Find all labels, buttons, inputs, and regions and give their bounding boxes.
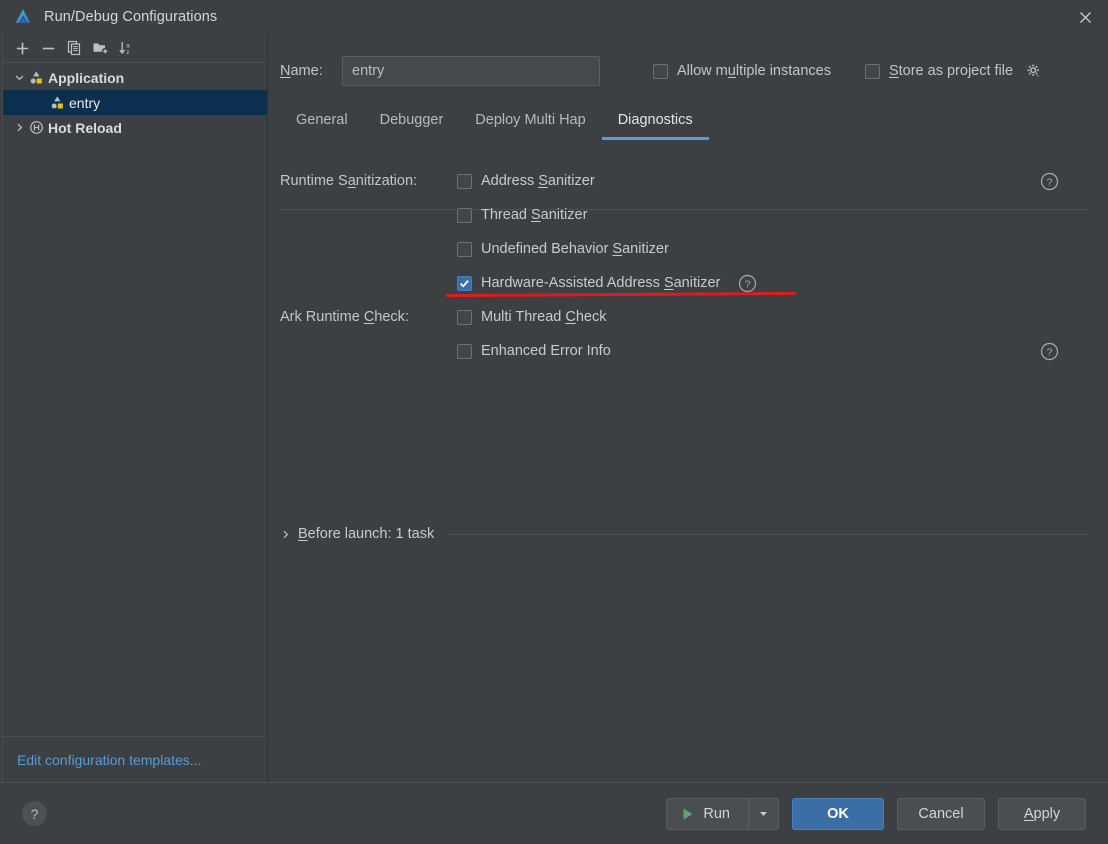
apply-button[interactable]: Apply <box>998 798 1086 830</box>
runtime-sanitization-row-2: Thread Sanitizer <box>280 198 1108 232</box>
undefined-behavior-sanitizer-label: Undefined Behavior Sanitizer <box>481 241 669 257</box>
thread-sanitizer-option[interactable]: Thread Sanitizer <box>457 207 587 223</box>
diagnostics-form: Runtime Sanitization: Address Sanitizer … <box>268 164 1108 368</box>
enhanced-error-info-checkbox[interactable] <box>457 344 472 359</box>
hardware-assisted-address-sanitizer-label: Hardware-Assisted Address Sanitizer <box>481 275 720 291</box>
hardware-assisted-address-sanitizer-checkbox[interactable] <box>457 276 472 291</box>
help-circle-icon[interactable]: ? <box>738 274 757 293</box>
tab-general[interactable]: General <box>280 108 364 138</box>
name-label-rest: ame: <box>290 63 322 79</box>
before-launch-divider <box>447 534 1088 535</box>
application-icon <box>48 95 66 110</box>
address-sanitizer-checkbox[interactable] <box>457 174 472 189</box>
address-sanitizer-label: Address Sanitizer <box>481 173 595 189</box>
tree-node-label: Application <box>48 70 124 86</box>
multi-thread-check-checkbox[interactable] <box>457 310 472 325</box>
gear-dropdown-icon[interactable] <box>1026 63 1042 79</box>
cancel-button[interactable]: Cancel <box>897 798 985 830</box>
window-title: Run/Debug Configurations <box>44 9 217 25</box>
name-label: Name: <box>280 63 342 79</box>
undefined-behavior-sanitizer-checkbox[interactable] <box>457 242 472 257</box>
ark-runtime-check-row-2: Enhanced Error Info ? <box>280 334 1108 368</box>
store-as-project-file-checkbox[interactable] <box>865 64 880 79</box>
runtime-sanitization-row-3: Undefined Behavior Sanitizer <box>280 232 1108 266</box>
chevron-down-icon[interactable] <box>11 72 27 83</box>
title-bar: Run/Debug Configurations <box>0 0 1108 34</box>
chevron-right-icon[interactable] <box>280 529 291 540</box>
ark-runtime-check-row-1: Ark Runtime Check: Multi Thread Check <box>280 300 1108 334</box>
add-configuration-button[interactable] <box>10 37 34 59</box>
run-split-button[interactable]: Run <box>666 798 779 830</box>
runtime-sanitization-row-1: Runtime Sanitization: Address Sanitizer … <box>280 164 1108 198</box>
remove-configuration-button[interactable] <box>36 37 60 59</box>
multi-thread-check-option[interactable]: Multi Thread Check <box>457 309 606 325</box>
before-launch-label[interactable]: Before launch: 1 task <box>298 526 434 542</box>
edit-configuration-templates-link[interactable]: Edit configuration templates... <box>17 752 201 768</box>
svg-text:?: ? <box>1046 176 1052 188</box>
enhanced-error-info-option[interactable]: Enhanced Error Info <box>457 343 611 359</box>
close-icon[interactable] <box>1062 0 1108 34</box>
tree-node-entry[interactable]: entry <box>3 90 267 115</box>
editor-tabs[interactable]: General Debugger Deploy Multi Hap Diagno… <box>280 108 1108 138</box>
deveco-logo-icon <box>13 7 33 27</box>
svg-text:?: ? <box>745 278 751 290</box>
run-button[interactable]: Run <box>667 799 748 829</box>
tab-deploy-multi-hap[interactable]: Deploy Multi Hap <box>459 108 601 138</box>
tab-debugger[interactable]: Debugger <box>364 108 460 138</box>
help-circle-icon[interactable]: ? <box>1038 340 1060 362</box>
chevron-down-icon[interactable] <box>748 799 778 829</box>
hot-reload-icon <box>27 120 45 135</box>
svg-text:z: z <box>126 49 129 56</box>
ark-runtime-check-label: Ark Runtime Check: <box>280 309 457 325</box>
chevron-right-icon[interactable] <box>11 122 27 133</box>
copy-configuration-button[interactable] <box>62 37 86 59</box>
run-debug-configurations-dialog: Run/Debug Configurations <box>0 0 1108 844</box>
configuration-editor-panel: Name: Allow multiple instances Store as … <box>268 34 1108 782</box>
runtime-sanitization-label: Runtime Sanitization: <box>280 173 457 189</box>
allow-multiple-instances-option[interactable]: Allow multiple instances <box>653 63 831 79</box>
svg-text:?: ? <box>1046 346 1052 358</box>
configurations-toolbar: a z <box>3 34 267 63</box>
ok-button[interactable]: OK <box>792 798 884 830</box>
multi-thread-check-label: Multi Thread Check <box>481 309 606 325</box>
tree-footer: Edit configuration templates... <box>3 736 267 782</box>
name-row: Name: Allow multiple instances Store as … <box>268 34 1108 86</box>
store-as-project-file-label: Store as project file <box>889 63 1013 79</box>
dialog-body: a z A <box>0 34 1108 782</box>
help-button[interactable]: ? <box>22 801 47 826</box>
thread-sanitizer-label: Thread Sanitizer <box>481 207 587 223</box>
sort-configurations-button[interactable]: a z <box>114 37 138 59</box>
name-label-mnemonic: N <box>280 63 290 79</box>
configurations-tree[interactable]: Application entry <box>3 63 267 736</box>
tab-diagnostics[interactable]: Diagnostics <box>602 108 709 138</box>
action-buttons: Run OK Cancel Apply <box>666 798 1086 830</box>
new-folder-button[interactable] <box>88 37 112 59</box>
tree-node-label: Hot Reload <box>48 120 122 136</box>
tree-node-label: entry <box>69 95 100 111</box>
name-input[interactable] <box>342 56 600 86</box>
undefined-behavior-sanitizer-option[interactable]: Undefined Behavior Sanitizer <box>457 241 669 257</box>
allow-multiple-instances-checkbox[interactable] <box>653 64 668 79</box>
configurations-panel: a z A <box>3 34 268 782</box>
hardware-assisted-address-sanitizer-option[interactable]: Hardware-Assisted Address Sanitizer ? <box>457 274 757 293</box>
store-as-project-file-option[interactable]: Store as project file <box>865 63 1042 79</box>
run-triangle-icon <box>681 807 694 821</box>
tree-node-hot-reload[interactable]: Hot Reload <box>3 115 267 140</box>
address-sanitizer-option[interactable]: Address Sanitizer <box>457 173 595 189</box>
run-button-label: Run <box>703 806 730 822</box>
enhanced-error-info-label: Enhanced Error Info <box>481 343 611 359</box>
help-circle-icon[interactable]: ? <box>1038 170 1060 192</box>
thread-sanitizer-checkbox[interactable] <box>457 208 472 223</box>
tree-node-application[interactable]: Application <box>3 65 267 90</box>
before-launch-section[interactable]: Before launch: 1 task <box>280 526 1088 542</box>
application-icon <box>27 70 45 85</box>
allow-multiple-instances-label: Allow multiple instances <box>677 63 831 79</box>
dialog-button-bar: ? Run OK Cancel Apply <box>0 782 1108 844</box>
